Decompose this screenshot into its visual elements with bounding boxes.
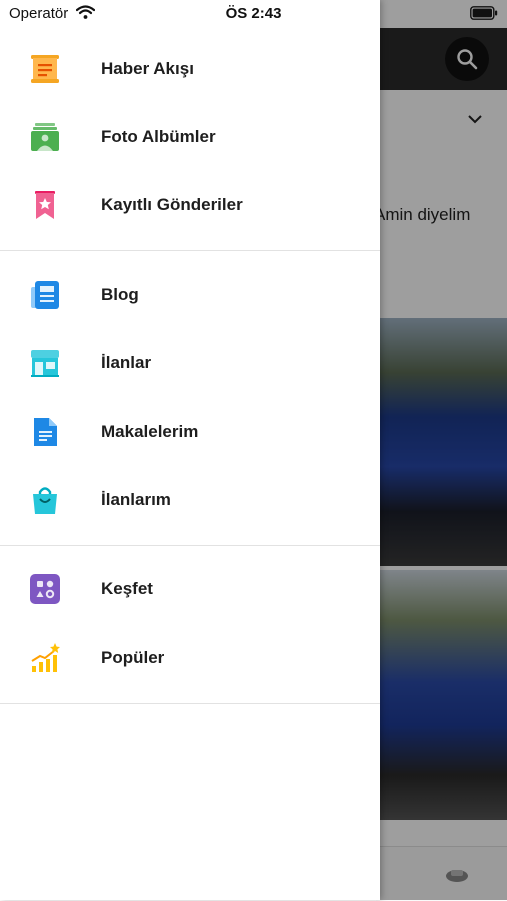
menu-item-ilanlar[interactable]: İlanlar bbox=[0, 335, 380, 391]
menu-item-populer[interactable]: Popüler bbox=[0, 630, 380, 686]
menu-item-label: Kayıtlı Gönderiler bbox=[101, 195, 243, 214]
menu-item-kayitli-gonderiler[interactable]: Kayıtlı Gönderiler bbox=[0, 177, 380, 233]
menu-item-makalelerim[interactable]: Makalelerim bbox=[0, 404, 380, 460]
battery-icon bbox=[470, 6, 498, 20]
menu-item-kesfet[interactable]: Keşfet bbox=[0, 561, 380, 617]
menu-item-label: Makalelerim bbox=[101, 422, 199, 441]
trending-icon bbox=[28, 641, 62, 675]
blog-icon bbox=[28, 278, 62, 312]
menu-item-label: Keşfet bbox=[101, 579, 153, 598]
navigation-drawer: Haber Akışı Foto Albümler Kayıtlı Gönder… bbox=[0, 0, 380, 900]
status-bar: Operatör ÖS 2:43 bbox=[0, 0, 507, 28]
menu-item-blog[interactable]: Blog bbox=[0, 267, 380, 323]
menu-item-haber-akisi[interactable]: Haber Akışı bbox=[0, 41, 380, 97]
menu-item-label: İlanlar bbox=[101, 353, 152, 372]
explore-icon bbox=[28, 572, 62, 606]
shopping-bag-icon bbox=[28, 483, 62, 517]
photo-album-icon bbox=[28, 120, 62, 154]
clock: ÖS 2:43 bbox=[225, 5, 282, 22]
document-icon bbox=[28, 415, 62, 449]
menu-item-label: İlanlarım bbox=[101, 490, 171, 509]
menu-divider bbox=[0, 545, 380, 546]
bookmark-icon bbox=[28, 188, 62, 222]
menu-item-label: Haber Akışı bbox=[101, 59, 194, 78]
menu-divider bbox=[0, 250, 380, 251]
menu-divider bbox=[0, 703, 380, 704]
store-icon bbox=[28, 346, 62, 380]
menu-item-label: Foto Albümler bbox=[101, 127, 216, 146]
menu-item-foto-albumler[interactable]: Foto Albümler bbox=[0, 109, 380, 165]
menu-item-ilanlarim[interactable]: İlanlarım bbox=[0, 472, 380, 528]
newspaper-icon bbox=[28, 52, 62, 86]
menu-item-label: Popüler bbox=[101, 648, 165, 667]
menu-item-label: Blog bbox=[101, 285, 139, 304]
